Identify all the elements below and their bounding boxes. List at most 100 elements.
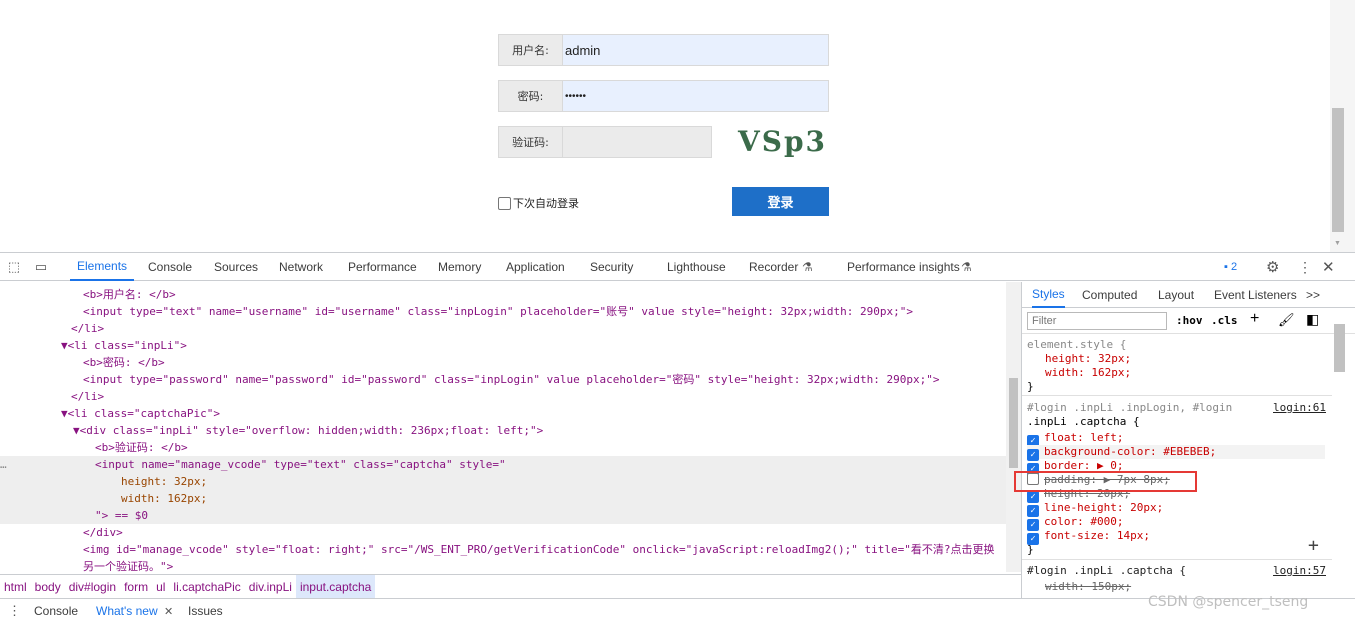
close-icon[interactable]: ✕ (1322, 253, 1335, 281)
username-input[interactable]: admin (562, 34, 829, 66)
style-property[interactable]: ✓ background-color: #EBEBEB; (1027, 445, 1325, 461)
tab-event-listeners[interactable]: Event Listeners (1214, 282, 1297, 308)
breadcrumb: html body div#login form ul li.captchaPi… (0, 574, 1021, 599)
tab-performance[interactable]: Performance (348, 253, 417, 281)
code-line[interactable]: <b>用户名: </b> (0, 286, 1006, 303)
drawer-tab-whats-new[interactable]: What's new (96, 604, 158, 618)
rule-close: } (1027, 543, 1034, 556)
tab-lighthouse[interactable]: Lighthouse (667, 253, 726, 281)
inspect-element-icon[interactable]: ⬚ (5, 258, 23, 276)
code-line[interactable]: ▼<li class="captchaPic"> (0, 405, 1006, 422)
remember-checkbox[interactable] (498, 196, 511, 210)
code-line[interactable]: </li> (0, 388, 1006, 405)
property-text: width: 150px; (1045, 580, 1132, 593)
styles-scrollbar[interactable] (1333, 282, 1347, 598)
captcha-input[interactable] (562, 126, 712, 158)
code-text: <img id="manage_vcode" style="float: rig… (83, 543, 995, 556)
style-property[interactable]: ✓ line-height: 20px; (1027, 501, 1164, 517)
source-link[interactable]: login:57 (1273, 564, 1326, 578)
style-property[interactable]: ✓ color: #000; (1027, 515, 1124, 531)
settings-gear-icon[interactable]: ⚙ (1266, 253, 1279, 281)
crumb-div-login[interactable]: div#login (65, 575, 120, 599)
filter-input[interactable]: Filter (1027, 312, 1167, 330)
tab-recorder[interactable]: Recorder (749, 253, 798, 281)
code-line[interactable]: 另一个验证码。"> (0, 558, 1006, 572)
username-row: 用户名: admin (498, 34, 829, 66)
captcha-image[interactable]: VSp3 (738, 126, 829, 158)
code-line[interactable]: </div> (0, 524, 1006, 541)
tab-styles[interactable]: Styles (1032, 282, 1065, 308)
style-property[interactable]: ✓ float: left; (1027, 431, 1123, 447)
code-text: ▼<li class="inpLi"> (61, 339, 187, 352)
code-text: <b>密码: </b> (83, 356, 165, 369)
device-toolbar-icon[interactable]: ▭ (32, 258, 50, 276)
password-input[interactable]: •••••• (562, 80, 829, 112)
styles-scrollbar-thumb[interactable] (1334, 324, 1345, 372)
toggle-sidebar-icon[interactable]: ◧ (1306, 311, 1319, 328)
rule-selector: element.style { (1027, 338, 1127, 351)
ellipsis-icon[interactable]: … (0, 456, 7, 473)
style-property[interactable]: ✓ font-size: 14px; (1027, 529, 1150, 545)
tab-sources[interactable]: Sources (214, 253, 258, 281)
tab-elements[interactable]: Elements (70, 253, 135, 281)
tab-computed[interactable]: Computed (1082, 282, 1137, 308)
close-icon[interactable]: ✕ (164, 605, 173, 618)
remember-label: 下次自动登录 (513, 197, 579, 210)
paint-icon[interactable]: 🖌 (1278, 312, 1295, 328)
crumb-body[interactable]: body (31, 575, 65, 599)
hov-toggle[interactable]: :hov (1176, 314, 1203, 327)
drawer-tab-issues[interactable]: Issues (188, 604, 223, 618)
selected-node[interactable]: … <input name="manage_vcode" type="text"… (0, 456, 1006, 524)
property-text: width: 162px; (1045, 366, 1132, 379)
code-text: </li> (71, 390, 105, 403)
more-options-icon[interactable]: ⋮ (1298, 253, 1312, 281)
code-line[interactable]: </li> (0, 320, 1006, 337)
drawer-tab-console[interactable]: Console (34, 604, 78, 618)
source-link[interactable]: login:61 (1273, 401, 1326, 415)
tab-application[interactable]: Application (506, 253, 565, 281)
code-line[interactable]: <b>验证码: </b> (0, 439, 1006, 456)
remember-me[interactable]: 下次自动登录 (498, 195, 579, 211)
code-line[interactable]: <input type="text" name="username" id="u… (0, 303, 1006, 320)
crumb-div-inpli[interactable]: div.inpLi (245, 575, 296, 599)
crumb-ul[interactable]: ul (152, 575, 169, 599)
code-line[interactable]: <img id="manage_vcode" style="float: rig… (0, 541, 1006, 558)
web-page: 用户名: admin 密码: •••••• 验证码: VSp3 下次自动登录 登… (0, 0, 1330, 252)
style-property[interactable]: height: 32px; (1027, 352, 1131, 366)
code-line[interactable]: ▼<div class="inpLi" style="overflow: hid… (0, 422, 1006, 439)
code-line[interactable]: <input type="password" name="password" i… (0, 371, 1006, 388)
page-scrollbar[interactable]: ▼ (1330, 0, 1355, 252)
tab-performance-insights[interactable]: Performance insights (847, 253, 960, 281)
elements-scrollbar[interactable] (1006, 282, 1021, 572)
issues-badge[interactable]: ▪ 2 (1224, 253, 1237, 281)
page-scrollbar-thumb[interactable] (1332, 108, 1344, 232)
elements-tree[interactable]: <b>用户名: </b> <input type="text" name="us… (0, 282, 1006, 572)
code-text: 另一个验证码。"> (83, 560, 174, 572)
new-rule-icon[interactable]: + (1250, 310, 1259, 328)
scroll-down-icon[interactable]: ▼ (1334, 240, 1341, 247)
login-button[interactable]: 登录 (732, 187, 829, 216)
property-text: font-size: 14px; (1044, 529, 1150, 542)
cls-toggle[interactable]: .cls (1211, 314, 1238, 327)
tab-memory[interactable]: Memory (438, 253, 481, 281)
style-property[interactable]: width: 150px; (1027, 580, 1131, 594)
tab-security[interactable]: Security (590, 253, 633, 281)
tab-layout[interactable]: Layout (1158, 282, 1194, 308)
more-tabs-icon[interactable]: >> (1306, 282, 1320, 308)
add-property-icon[interactable]: + (1308, 535, 1319, 556)
code-line[interactable]: <b>密码: </b> (0, 354, 1006, 371)
tab-network[interactable]: Network (279, 253, 323, 281)
crumb-li-captchapic[interactable]: li.captchaPic (169, 575, 244, 599)
property-text: line-height: 20px; (1044, 501, 1164, 514)
style-property[interactable]: width: 162px; (1027, 366, 1131, 380)
crumb-html[interactable]: html (0, 575, 31, 599)
code-line[interactable]: ▼<li class="inpLi"> (0, 337, 1006, 354)
crumb-input-captcha[interactable]: input.captcha (295, 574, 376, 599)
flask-icon: ⚗ (802, 260, 813, 274)
elements-scrollbar-thumb[interactable] (1009, 378, 1018, 468)
tab-console[interactable]: Console (148, 253, 192, 281)
crumb-form[interactable]: form (120, 575, 152, 599)
drawer-menu-icon[interactable]: ⋮ (8, 603, 21, 619)
code-text: <input type="text" name="username" id="u… (83, 305, 913, 318)
property-text: color: #000; (1044, 515, 1124, 528)
